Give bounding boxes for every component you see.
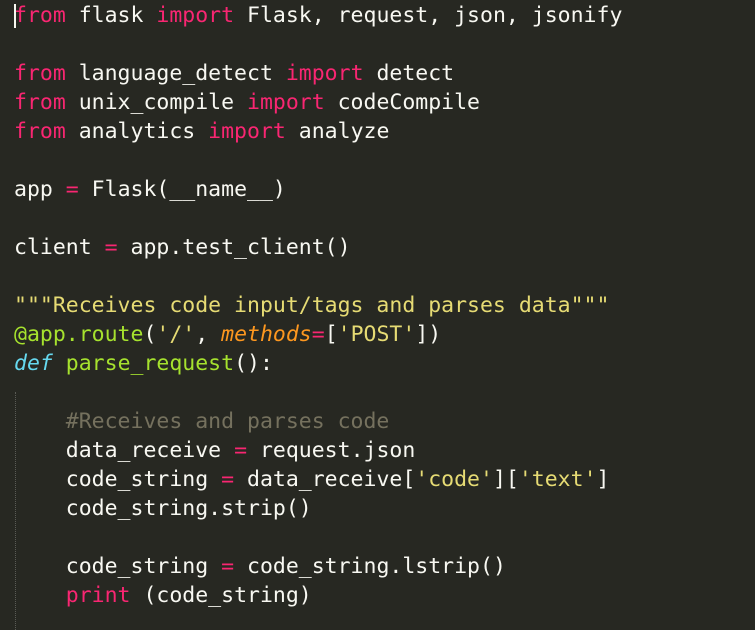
code-token: methods [221, 322, 312, 347]
code-token: from [14, 61, 66, 86]
code-token: = [104, 235, 118, 260]
code-line[interactable]: print (code_string) [14, 581, 312, 610]
code-token: import [285, 61, 364, 86]
code-token: data_receive[ [234, 467, 416, 492]
code-line[interactable]: code_string = code_string.lstrip() [14, 552, 506, 581]
code-token: """Receives code input/tags and parses d… [14, 293, 610, 318]
code-token: from [14, 3, 66, 28]
code-token: request.json [247, 438, 416, 463]
code-token: unix_compile [65, 90, 247, 115]
code-token: 'text' [518, 467, 597, 492]
code-token: app.test_client() [117, 235, 351, 260]
code-token: '/' [156, 322, 196, 347]
code-token: detect [363, 61, 455, 86]
code-token: code_string.lstrip() [234, 554, 506, 579]
code-token: import [208, 119, 286, 144]
code-line[interactable]: from language_detect import detect [14, 59, 454, 88]
code-token: 'POST' [337, 322, 416, 347]
code-token: client [14, 235, 105, 260]
code-token: [ [324, 322, 338, 347]
code-token: from [14, 90, 66, 115]
code-token: @app.route [14, 322, 144, 347]
code-editor[interactable]: from flask import Flask, request, json, … [0, 0, 755, 630]
code-line[interactable]: from unix_compile import codeCompile [14, 88, 480, 117]
code-token: #Receives and parses code [14, 409, 390, 434]
code-line[interactable]: from analytics import analyze [14, 117, 389, 146]
code-line[interactable]: client = app.test_client() [14, 233, 351, 262]
code-token: Flask(__name__) [78, 177, 286, 202]
code-token: analyze [285, 119, 390, 144]
code-token: (): [234, 351, 273, 376]
code-line[interactable]: code_string.strip() [14, 494, 312, 523]
code-token: = [311, 322, 325, 347]
code-token: ] [596, 467, 610, 492]
code-token: (code_string) [130, 583, 312, 608]
code-token: ( [143, 322, 157, 347]
code-token: print [65, 583, 131, 608]
code-token: , [195, 322, 222, 347]
code-line[interactable]: def parse_request(): [14, 349, 273, 378]
code-line[interactable]: from flask import Flask, request, json, … [14, 1, 622, 30]
code-line[interactable]: #Receives and parses code [14, 407, 390, 436]
code-token: data_receive [14, 438, 235, 463]
code-token: = [65, 177, 79, 202]
code-token: ]) [415, 322, 442, 347]
code-token: app [14, 177, 66, 202]
code-line[interactable]: app = Flask(__name__) [14, 175, 286, 204]
code-line[interactable]: @app.route('/', methods=['POST']) [14, 320, 441, 349]
code-token: import [156, 3, 235, 28]
code-token: code_string [14, 467, 222, 492]
code-token: = [234, 438, 248, 463]
code-line[interactable]: code_string = data_receive['code']['text… [14, 465, 610, 494]
code-line[interactable]: """Receives code input/tags and parses d… [14, 291, 609, 320]
code-token: def [14, 351, 53, 376]
code-token: analytics [65, 119, 209, 144]
code-token: = [221, 467, 235, 492]
code-token: language_detect [65, 61, 286, 86]
code-token: import [247, 90, 325, 115]
code-token: flask [65, 3, 157, 28]
code-token: parse_request [65, 351, 235, 376]
code-token: Flask, request, json, jsonify [234, 3, 623, 28]
code-token: ][ [492, 467, 519, 492]
code-token: 'code' [415, 467, 493, 492]
code-token: from [14, 119, 66, 144]
code-token: codeCompile [324, 90, 481, 115]
code-token: code_string.strip() [14, 496, 312, 521]
code-token: = [221, 554, 235, 579]
code-token: code_string [14, 554, 222, 579]
code-line[interactable]: data_receive = request.json [14, 436, 416, 465]
